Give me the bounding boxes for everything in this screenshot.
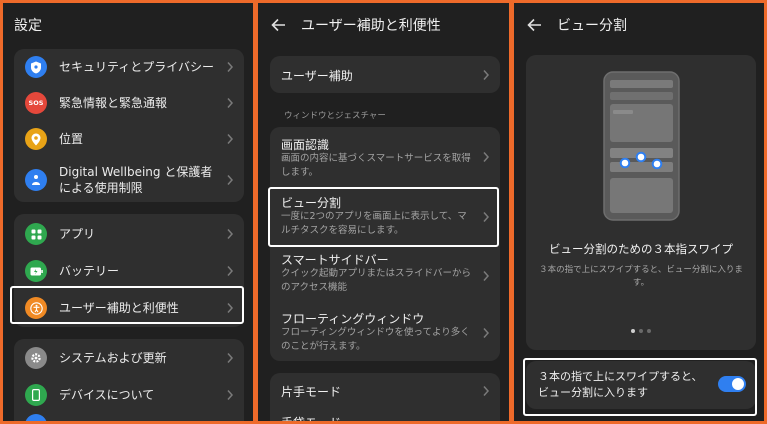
chevron-right-icon (482, 385, 490, 397)
settings-item-about-device[interactable]: デバイスについて (14, 377, 244, 413)
settings-group-system: システムおよび更新 デバイスについて (14, 339, 244, 421)
chevron-right-icon (226, 352, 234, 364)
phone-icon (25, 384, 47, 406)
gesture-heading: ビュー分割のための３本指スワイプ (549, 242, 733, 256)
page-title: ユーザー補助と利便性 (301, 18, 441, 34)
settings-item-system-update[interactable]: システムおよび更新 (14, 340, 244, 376)
item-title: 画面認識 (281, 138, 330, 152)
chevron-right-icon (226, 302, 234, 314)
settings-group-apps: アプリ バッテリー ユーザー補助と利便性 (14, 214, 244, 327)
accessibility-main-item[interactable]: ユーザー補助 (270, 56, 500, 93)
chevron-right-icon (226, 265, 234, 277)
settings-item-label: Digital Wellbeing と保護者による使用制限 (59, 164, 213, 195)
chevron-right-icon (226, 97, 234, 109)
location-pin-icon (25, 128, 47, 150)
three-finger-toggle-row[interactable]: ３本の指で上にスワイプすると、ビュー分割に入ります (526, 361, 756, 409)
item-title: 片手モード (281, 385, 342, 399)
item-title: ユーザー補助 (281, 69, 353, 83)
chevron-right-icon (482, 270, 490, 282)
toggle-knob (732, 378, 744, 390)
wellbeing-icon (25, 168, 47, 191)
item-title: スマートサイドバー (281, 253, 389, 267)
settings-item-label: デバイスについて (59, 388, 155, 402)
settings-item-apps[interactable]: アプリ (14, 216, 244, 252)
page-title: 設定 (14, 18, 42, 34)
page-title: ビュー分割 (557, 18, 627, 34)
chevron-right-icon (226, 174, 234, 186)
chevron-right-icon (482, 327, 490, 339)
item-description: 画面の内容に基づくスマートサービスを取得します。 (281, 153, 471, 178)
settings-item-label: システムおよび更新 (59, 351, 167, 365)
apps-grid-icon (25, 223, 47, 245)
settings-group-security: セキュリティとプライバシー SOS 緊急情報と緊急通報 位置 Digital W… (14, 49, 244, 202)
battery-icon (25, 260, 47, 282)
list-item-smart-sidebar[interactable]: スマートサイドバー クイック起動アプリまたはスライドバーからのアクセス機能 (270, 247, 500, 304)
list-item-glove-mode[interactable]: 手袋モード (270, 409, 500, 424)
settings-item-label: 緊急情報と緊急通報 (59, 96, 168, 110)
settings-item-wellbeing[interactable]: Digital Wellbeing と保護者による使用制限 (14, 157, 244, 202)
gear-icon (25, 347, 47, 369)
split-view-panel: ビュー分割 ビュー分割のための３本指スワイプ ３本の指で上にスワイプすると、ビュ… (511, 0, 767, 424)
back-arrow-icon[interactable] (525, 15, 545, 35)
chevron-right-icon (226, 228, 234, 240)
list-item-floating-window[interactable]: フローティングウィンドウ フローティングウィンドウを使ってより多くのことが行えま… (270, 304, 500, 361)
settings-item-label: アプリ (59, 227, 96, 241)
item-description: 一度に2つのアプリを画面上に表示して、マルチタスクを容易にします。 (281, 211, 467, 236)
page-dot-active (631, 329, 635, 333)
settings-item-battery[interactable]: バッテリー (14, 253, 244, 289)
settings-item-label: バッテリー (59, 264, 120, 278)
accessibility-icon (25, 297, 47, 319)
gesture-preview-card: ビュー分割のための３本指スワイプ ３本の指で上にスワイプすると、ビュー分割に入り… (526, 55, 756, 350)
settings-header: 設定 (3, 3, 253, 47)
three-finger-swipe-toggle[interactable] (718, 376, 746, 392)
settings-item-location[interactable]: 位置 (14, 121, 244, 157)
settings-item-label: ユーザー補助と利便性 (59, 301, 179, 315)
settings-item-label: 位置 (59, 132, 84, 146)
chevron-right-icon (482, 211, 490, 223)
list-item-screen-recognition[interactable]: 画面認識 画面の内容に基づくスマートサービスを取得します。 (270, 127, 500, 187)
page-indicator (526, 329, 756, 333)
page-dot (639, 329, 643, 333)
windows-gestures-group: 画面認識 画面の内容に基づくスマートサービスを取得します。 ビュー分割 一度に2… (270, 127, 500, 361)
chevron-right-icon (226, 389, 234, 401)
item-title: フローティングウィンドウ (281, 312, 425, 326)
settings-item-emergency[interactable]: SOS 緊急情報と緊急通報 (14, 85, 244, 121)
settings-item-partial (14, 414, 244, 421)
back-arrow-icon[interactable] (269, 15, 289, 35)
chevron-right-icon (482, 69, 490, 81)
chevron-right-icon (226, 133, 234, 145)
mode-group: 片手モード 手袋モード (270, 373, 500, 424)
gesture-description: ３本の指で上にスワイプすると、ビュー分割に入ります。 (539, 265, 743, 288)
sos-badge-text: SOS (28, 99, 44, 107)
chevron-right-icon (226, 61, 234, 73)
sos-icon: SOS (25, 92, 47, 114)
item-description: フローティングウィンドウを使ってより多くのことが行えます。 (281, 327, 470, 352)
split-view-illustration (603, 71, 680, 225)
accessibility-panel: ユーザー補助と利便性 ユーザー補助 ウィンドウとジェスチャー 画面認識 画面の内… (255, 0, 512, 424)
page-dot (647, 329, 651, 333)
chevron-right-icon (482, 151, 490, 163)
settings-item-label: セキュリティとプライバシー (59, 60, 215, 74)
shield-icon (25, 56, 47, 78)
section-label-windows-gestures: ウィンドウとジェスチャー (284, 111, 386, 121)
item-title: ビュー分割 (281, 196, 342, 210)
accessibility-header: ユーザー補助と利便性 (258, 3, 509, 47)
list-item[interactable]: ユーザー補助 (270, 56, 500, 93)
split-view-header: ビュー分割 (514, 3, 764, 47)
item-description: クイック起動アプリまたはスライドバーからのアクセス機能 (281, 268, 472, 293)
settings-item-security[interactable]: セキュリティとプライバシー (14, 49, 244, 85)
partial-icon (25, 414, 47, 421)
item-title: 手袋モード (281, 416, 342, 424)
toggle-label: ３本の指で上にスワイプすると、ビュー分割に入ります (538, 370, 703, 399)
settings-item-accessibility[interactable]: ユーザー補助と利便性 (14, 290, 244, 326)
list-item-one-hand-mode[interactable]: 片手モード (270, 373, 500, 409)
list-item-split-view[interactable]: ビュー分割 一度に2つのアプリを画面上に表示して、マルチタスクを容易にします。 (270, 187, 500, 247)
settings-panel: 設定 セキュリティとプライバシー SOS 緊急情報と緊急通報 位置 Digita… (0, 0, 256, 424)
